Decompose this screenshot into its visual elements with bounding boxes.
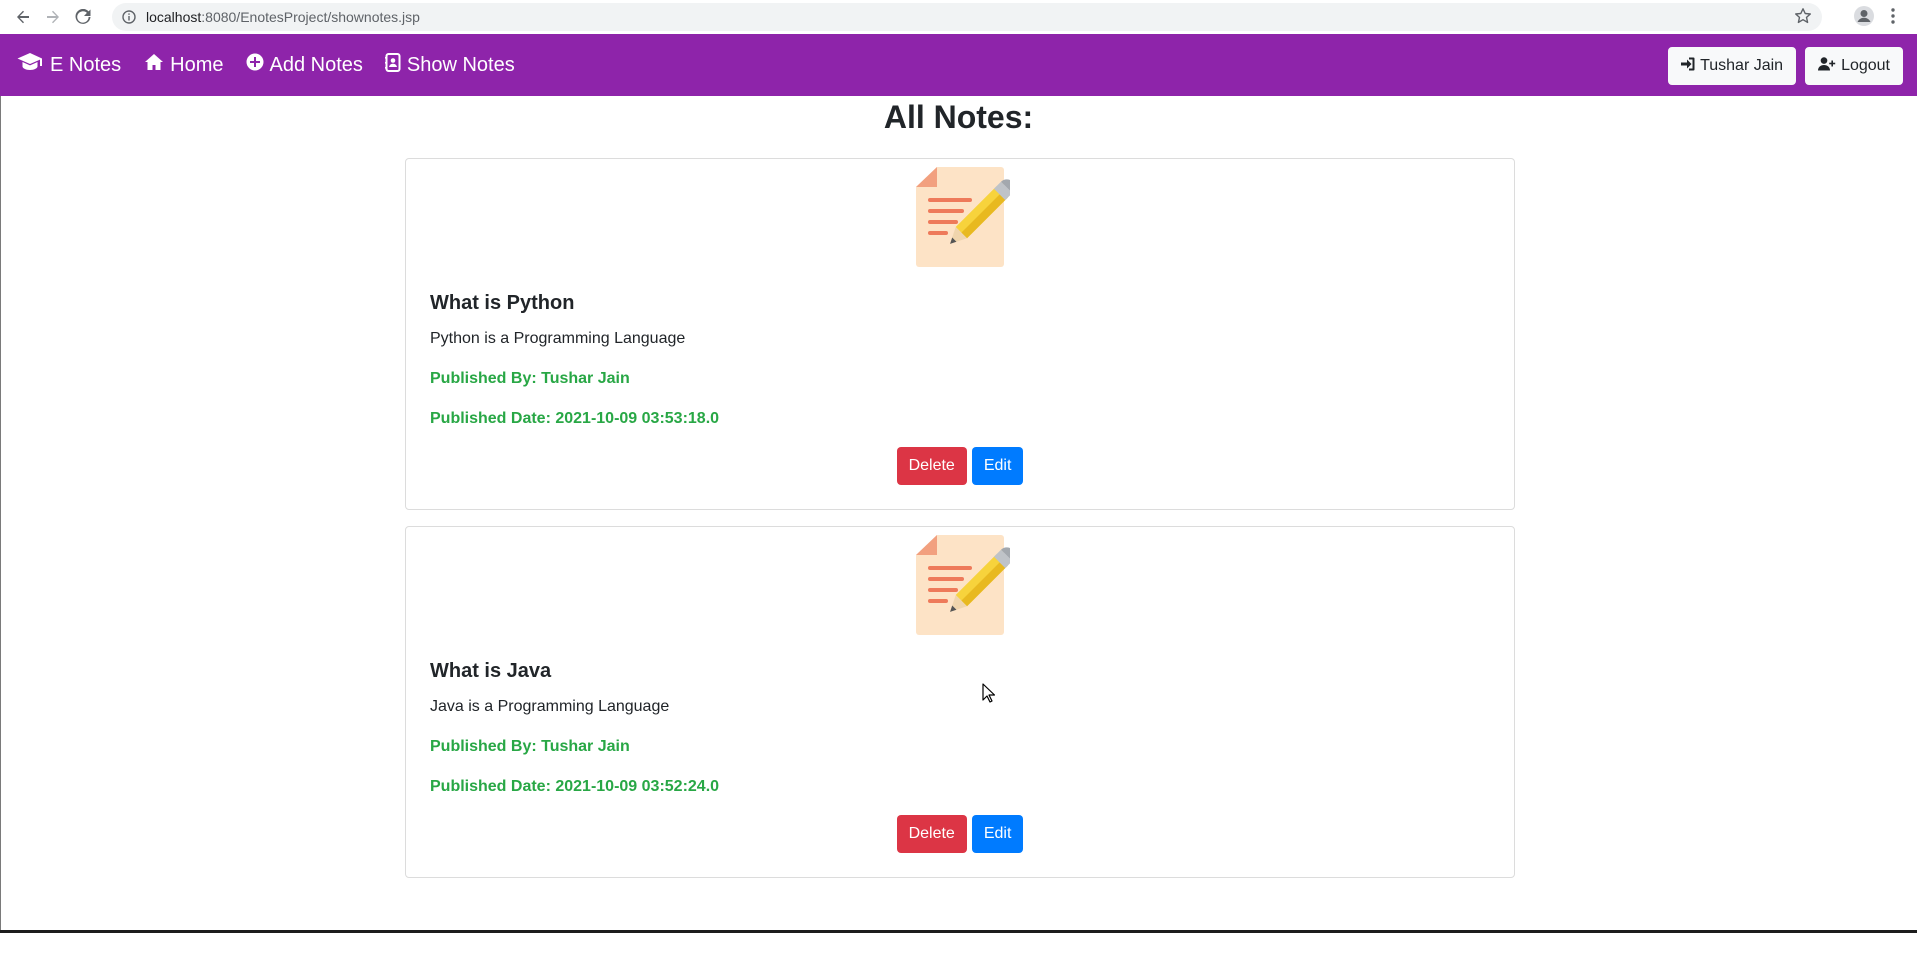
- user-plus-icon: [1818, 56, 1836, 76]
- app-navbar: E Notes Home Add Notes Show Notes Tushar…: [0, 34, 1917, 96]
- page-bottom-border: [0, 930, 1917, 933]
- note-actions: Delete Edit: [406, 447, 1514, 485]
- nav-home-label: Home: [170, 53, 224, 76]
- sign-in-icon: [1681, 57, 1695, 76]
- edit-button[interactable]: Edit: [971, 815, 1024, 853]
- reload-icon[interactable]: [70, 4, 96, 30]
- logout-button-label: Logout: [1841, 57, 1890, 74]
- url-host: localhost: [146, 9, 202, 25]
- delete-button[interactable]: Delete: [896, 815, 967, 853]
- edit-button[interactable]: Edit: [971, 447, 1024, 485]
- nav-add-notes[interactable]: Add Notes: [246, 53, 363, 77]
- plus-circle-icon: [246, 53, 264, 77]
- note-pencil-icon: [914, 535, 1015, 635]
- delete-button[interactable]: Delete: [896, 447, 967, 485]
- address-book-icon: [384, 52, 401, 78]
- nav-show-notes[interactable]: Show Notes: [384, 52, 515, 78]
- brand-link[interactable]: E Notes: [17, 52, 121, 78]
- note-title: What is Java: [430, 660, 552, 682]
- mouse-cursor-icon: [982, 683, 996, 708]
- page-title: All Notes:: [883, 99, 1034, 135]
- note-content: Python is a Programming Language: [430, 330, 686, 347]
- browser-toolbar: localhost:8080/EnotesProject/shownotes.j…: [0, 0, 1917, 35]
- bookmark-star-icon[interactable]: [1794, 7, 1812, 30]
- url-text: localhost:8080/EnotesProject/shownotes.j…: [146, 9, 420, 25]
- note-card: What is Java Java is a Programming Langu…: [405, 526, 1515, 878]
- profile-avatar-icon[interactable]: [1853, 5, 1875, 32]
- logout-button[interactable]: Logout: [1805, 47, 1903, 85]
- nav-home[interactable]: Home: [144, 53, 224, 77]
- note-pencil-icon: [914, 167, 1015, 267]
- note-published-by: Published By: Tushar Jain: [430, 370, 630, 387]
- info-icon[interactable]: [120, 8, 138, 26]
- browser-menu-icon[interactable]: [1890, 7, 1896, 30]
- note-published-date: Published Date: 2021-10-09 03:52:24.0: [430, 778, 720, 795]
- note-card: What is Python Python is a Programming L…: [405, 158, 1515, 510]
- address-bar[interactable]: localhost:8080/EnotesProject/shownotes.j…: [112, 3, 1822, 31]
- note-published-date: Published Date: 2021-10-09 03:53:18.0: [430, 410, 720, 427]
- brand-label: E Notes: [50, 53, 122, 76]
- home-icon: [144, 53, 164, 77]
- page-left-border: [0, 96, 1, 931]
- url-path: :8080/EnotesProject/shownotes.jsp: [201, 9, 420, 25]
- back-icon[interactable]: [10, 4, 36, 30]
- note-published-by: Published By: Tushar Jain: [430, 738, 630, 755]
- note-title: What is Python: [430, 292, 575, 314]
- graduation-cap-icon: [17, 52, 43, 78]
- navbar-right-group: Tushar Jain Logout: [1659, 47, 1903, 85]
- user-button-label: Tushar Jain: [1700, 57, 1784, 74]
- nav-add-notes-label: Add Notes: [269, 53, 363, 76]
- forward-icon[interactable]: [40, 4, 66, 30]
- note-actions: Delete Edit: [406, 815, 1514, 853]
- note-content: Java is a Programming Language: [430, 698, 670, 715]
- nav-show-notes-label: Show Notes: [406, 53, 515, 76]
- user-button[interactable]: Tushar Jain: [1668, 47, 1797, 85]
